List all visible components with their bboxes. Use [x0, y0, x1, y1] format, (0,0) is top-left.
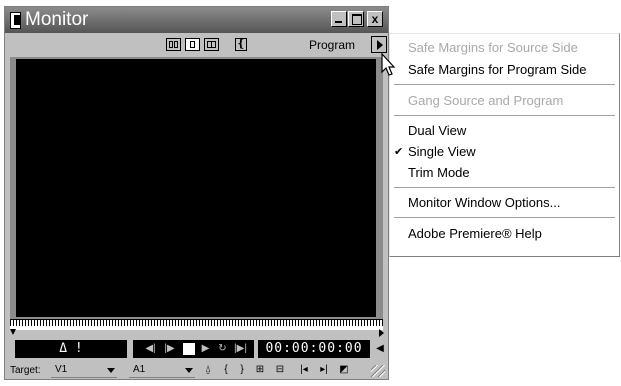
- program-label: Program: [309, 38, 356, 52]
- stop-icon[interactable]: [183, 343, 195, 355]
- maximize-button[interactable]: [348, 11, 364, 27]
- chevron-down-icon: [107, 368, 115, 373]
- menu-item-safe-margins-program[interactable]: Safe Margins for Program Side: [408, 62, 586, 78]
- out-point-marker-icon[interactable]: [379, 329, 385, 337]
- menu-item-adobe-premiere-help[interactable]: Adobe Premiere® Help: [408, 226, 542, 242]
- video-target-select[interactable]: V1: [51, 363, 117, 378]
- monitor-toolbar: ❴ Program: [5, 35, 388, 55]
- play-in-to-out-icon[interactable]: |▶|: [233, 342, 248, 356]
- loop-icon[interactable]: ↻: [215, 342, 230, 356]
- monitor-window: Monitor x ❴ Program Δ ! ◀| |▶ ▶ ↻ |▶| 00…: [4, 6, 389, 380]
- lift-icon[interactable]: ⍙: [201, 363, 215, 377]
- in-point-marker-icon[interactable]: [10, 329, 16, 337]
- go-to-in-icon[interactable]: |◂: [297, 363, 311, 377]
- resize-grip-icon[interactable]: [371, 365, 385, 377]
- timeline-ruler[interactable]: [10, 319, 383, 330]
- insert-icon[interactable]: ⊞: [253, 363, 267, 377]
- edit-line-icon[interactable]: ❴: [235, 38, 247, 51]
- menu-separator: [394, 115, 615, 117]
- window-title: Monitor: [25, 9, 89, 30]
- monitor-menu-button[interactable]: [371, 36, 387, 53]
- menu-item-safe-margins-source: Safe Margins for Source Side: [408, 40, 578, 55]
- trim-mode-icon[interactable]: [204, 38, 219, 51]
- title-bar[interactable]: Monitor x: [5, 7, 388, 33]
- delta-readout: Δ !: [15, 340, 127, 358]
- mouse-pointer-icon: [381, 53, 396, 76]
- menu-separator: [394, 187, 615, 189]
- menu-item-dual-view[interactable]: Dual View: [408, 123, 466, 139]
- transport-bar: Δ ! ◀| |▶ ▶ ↻ |▶| 00:00:00:00 ◀: [10, 339, 385, 359]
- menu-separator: [394, 217, 615, 219]
- dual-view-icon[interactable]: [166, 38, 181, 51]
- audio-target-select[interactable]: A1: [129, 363, 195, 378]
- clear-icon[interactable]: ◩: [337, 363, 351, 377]
- app-icon: [10, 12, 21, 29]
- speaker-icon[interactable]: ◀: [374, 342, 386, 356]
- go-to-out-icon[interactable]: ▸|: [317, 363, 331, 377]
- target-label: Target:: [10, 365, 41, 376]
- step-back-icon[interactable]: ◀|: [143, 342, 158, 356]
- checkmark-icon: ✔: [394, 146, 404, 158]
- mark-in-icon[interactable]: {: [219, 363, 233, 377]
- menu-separator: [394, 84, 615, 86]
- close-button[interactable]: x: [367, 11, 383, 27]
- single-view-icon[interactable]: [185, 38, 200, 51]
- step-forward-icon[interactable]: |▶: [162, 342, 177, 356]
- menu-item-monitor-window-options[interactable]: Monitor Window Options...: [408, 195, 560, 211]
- chevron-down-icon: [185, 368, 193, 373]
- minimize-button[interactable]: [331, 11, 347, 27]
- mark-out-icon[interactable]: }: [235, 363, 249, 377]
- video-target-value: V1: [55, 364, 68, 375]
- monitor-context-menu: Safe Margins for Source Side Safe Margin…: [389, 33, 620, 257]
- audio-target-value: A1: [133, 364, 146, 375]
- timecode-display[interactable]: 00:00:00:00: [258, 340, 370, 358]
- play-icon[interactable]: ▶: [198, 342, 213, 356]
- transport-controls: ◀| |▶ ▶ ↻ |▶|: [133, 340, 254, 358]
- menu-item-gang-source-program: Gang Source and Program: [408, 93, 564, 108]
- target-bar: Target: V1 A1 ⍙ { } ⊞ ⊟ |◂ ▸| ◩: [5, 361, 388, 379]
- program-screen[interactable]: [16, 59, 376, 317]
- overlay-icon[interactable]: ⊟: [273, 363, 287, 377]
- menu-item-single-view[interactable]: Single View: [408, 144, 476, 160]
- menu-item-trim-mode[interactable]: Trim Mode: [408, 165, 470, 181]
